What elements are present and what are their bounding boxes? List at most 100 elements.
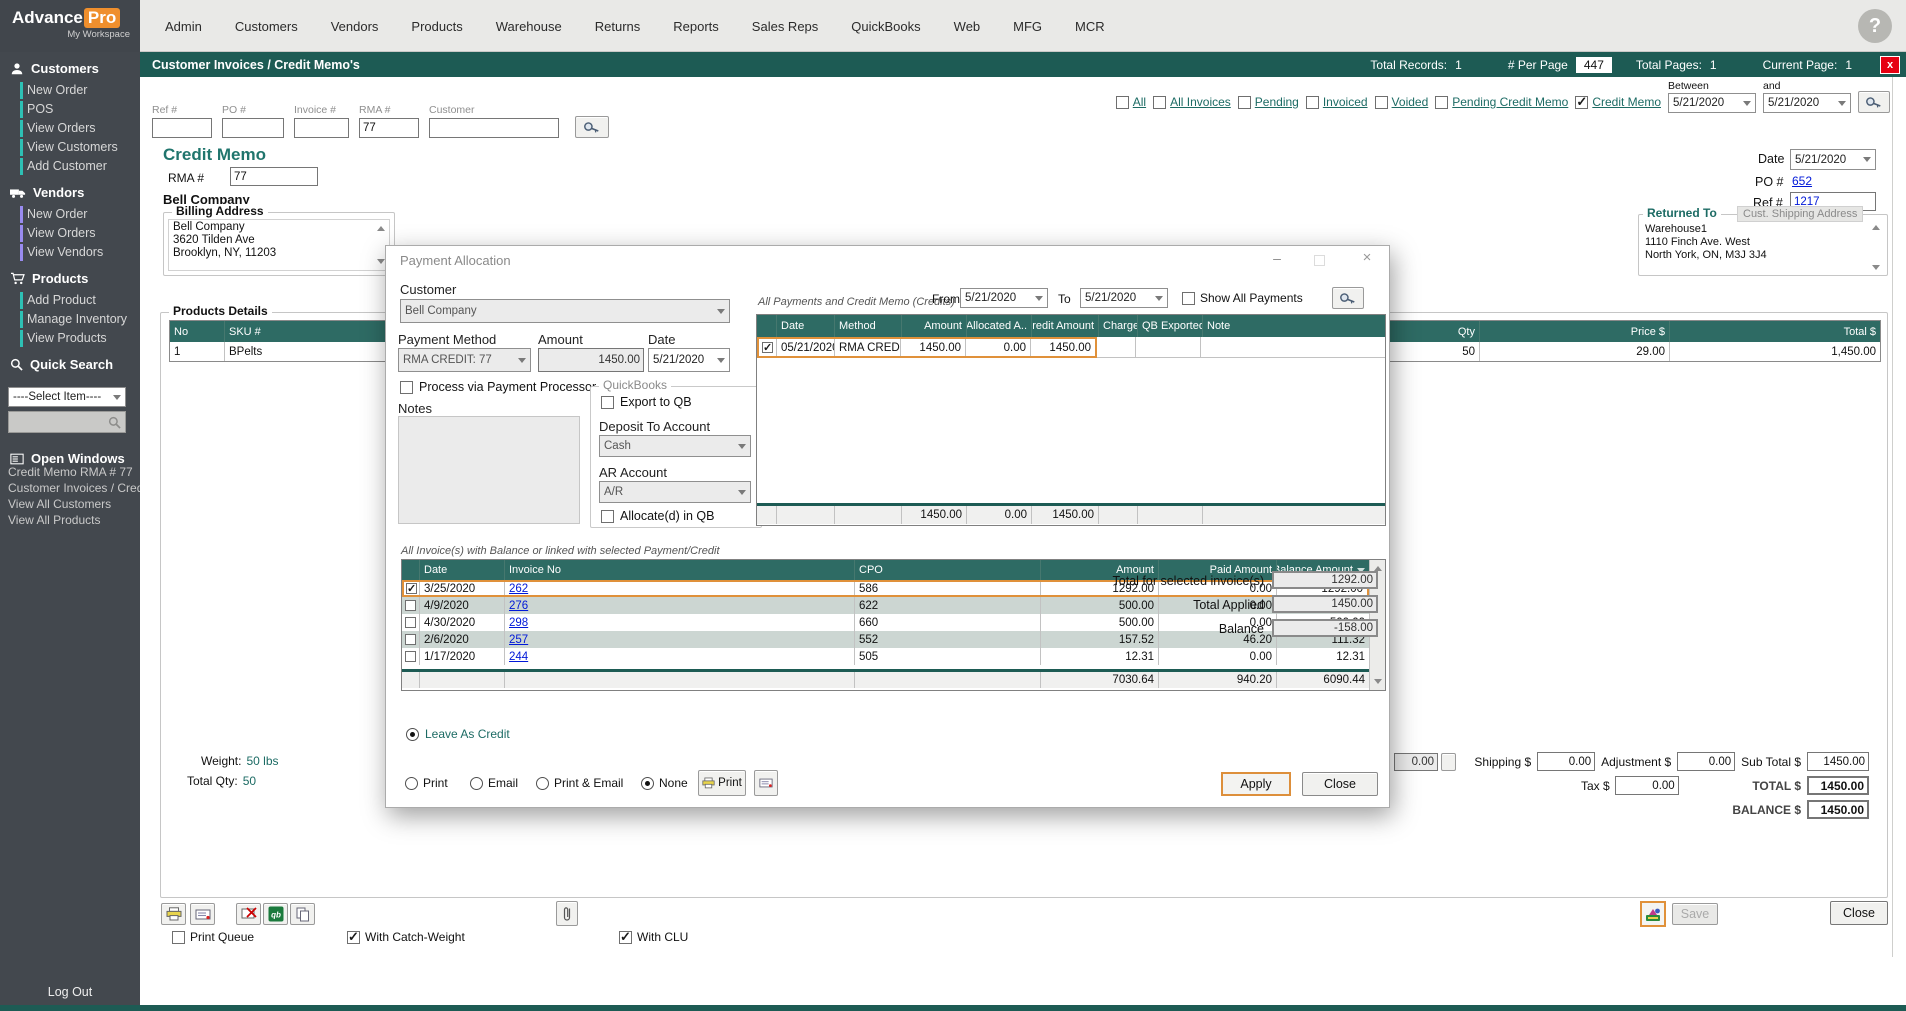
- export-qb-option[interactable]: Export to QB: [601, 395, 692, 409]
- filter-all[interactable]: All: [1116, 95, 1146, 109]
- misc-browse-button[interactable]: [1441, 753, 1456, 771]
- nav-customers[interactable]: Customers: [235, 19, 298, 34]
- minimize-icon[interactable]: –: [1264, 250, 1290, 270]
- nav-admin[interactable]: Admin: [165, 19, 202, 34]
- email-settings-button[interactable]: [754, 770, 778, 796]
- payments-col-method[interactable]: Method: [835, 315, 902, 337]
- nav-products[interactable]: Products: [411, 19, 462, 34]
- payments-col-date[interactable]: Date: [777, 315, 835, 337]
- payments-col-credit[interactable]: Credit Amount: [1032, 315, 1099, 337]
- filter-pending-credit-memo[interactable]: Pending Credit Memo: [1435, 95, 1568, 109]
- sidebar-item-view-customers[interactable]: View Customers: [0, 138, 140, 157]
- nav-web[interactable]: Web: [954, 19, 981, 34]
- filter-all-invoices-checkbox[interactable]: [1153, 96, 1166, 109]
- print-email-option[interactable]: Print & Email: [536, 776, 623, 790]
- date-from-select[interactable]: 5/21/2020: [1668, 93, 1756, 113]
- export-qb-checkbox[interactable]: [601, 396, 614, 409]
- memo-date-select[interactable]: 5/21/2020: [1790, 149, 1876, 170]
- payment-allocation-button[interactable]: [1640, 901, 1666, 927]
- filter-credit-memo[interactable]: Credit Memo: [1575, 95, 1661, 109]
- payments-col-charged[interactable]: Charged: [1099, 315, 1138, 337]
- help-icon[interactable]: ?: [1858, 9, 1892, 43]
- nav-warehouse[interactable]: Warehouse: [496, 19, 562, 34]
- leave-as-credit-radio[interactable]: [406, 728, 419, 741]
- filter-voided-checkbox[interactable]: [1375, 96, 1388, 109]
- email-button[interactable]: [190, 903, 215, 925]
- nav-reports[interactable]: Reports: [673, 19, 719, 34]
- invoice-row-checkbox[interactable]: [405, 600, 416, 611]
- catch-weight-checkbox[interactable]: [347, 931, 360, 944]
- show-all-payments-checkbox[interactable]: [1182, 292, 1195, 305]
- deposit-account-select[interactable]: Cash: [599, 435, 751, 457]
- logout-button[interactable]: Log Out: [0, 985, 140, 999]
- filter-pending-checkbox[interactable]: [1238, 96, 1251, 109]
- sidebar-item-manage-inventory[interactable]: Manage Inventory: [0, 310, 140, 329]
- scroll-down-icon[interactable]: [377, 259, 385, 264]
- sidebar-item-add-product[interactable]: Add Product: [0, 291, 140, 310]
- quick-search-input[interactable]: [8, 411, 126, 433]
- apply-button[interactable]: Apply: [1221, 772, 1291, 796]
- sidebar-item-view-orders[interactable]: View Orders: [0, 119, 140, 138]
- notes-textarea[interactable]: [398, 416, 580, 524]
- scroll-up-icon[interactable]: [377, 226, 385, 231]
- invoice-link[interactable]: 244: [509, 651, 528, 663]
- none-radio[interactable]: [641, 777, 654, 790]
- sidebar-item-pos[interactable]: POS: [0, 100, 140, 119]
- ar-account-select[interactable]: A/R: [599, 481, 751, 503]
- payments-from-select[interactable]: 5/21/2020: [960, 288, 1048, 308]
- attachment-button[interactable]: [556, 901, 578, 926]
- quick-search-select[interactable]: ----Select Item----: [8, 387, 126, 407]
- payments-search-button[interactable]: [1332, 287, 1364, 309]
- filter-search-button[interactable]: [1858, 91, 1890, 113]
- filter-voided[interactable]: Voided: [1375, 95, 1429, 109]
- payments-col-allocated[interactable]: Allocated A..: [967, 315, 1032, 337]
- payments-col-qb-exported[interactable]: QB Exported: [1138, 315, 1203, 337]
- nav-sales-reps[interactable]: Sales Reps: [752, 19, 818, 34]
- sidebar-item-vendor-new-order[interactable]: New Order: [0, 205, 140, 224]
- scroll-up-icon[interactable]: [1872, 225, 1880, 230]
- invoice-row-checkbox[interactable]: [405, 651, 416, 662]
- leave-as-credit-option[interactable]: Leave As Credit: [406, 727, 510, 741]
- invoice-row-checkbox[interactable]: [405, 634, 416, 645]
- close-page-button[interactable]: x: [1880, 56, 1900, 74]
- shipping-input[interactable]: 0.00: [1537, 752, 1595, 771]
- po-search-input[interactable]: [222, 118, 284, 138]
- date-to-select[interactable]: 5/21/2020: [1763, 93, 1851, 113]
- email-radio[interactable]: [470, 777, 483, 790]
- nav-returns[interactable]: Returns: [595, 19, 641, 34]
- memo-rma-input[interactable]: 77: [230, 167, 318, 186]
- open-window-credit-memo[interactable]: Credit Memo RMA # 77: [0, 464, 140, 480]
- sidebar-item-add-customer[interactable]: Add Customer: [0, 157, 140, 176]
- amount-paid-field[interactable]: 0.00: [1394, 753, 1438, 771]
- sidebar-item-new-order[interactable]: New Order: [0, 81, 140, 100]
- sidebar-item-view-vendors[interactable]: View Vendors: [0, 243, 140, 262]
- payments-to-select[interactable]: 5/21/2020: [1080, 288, 1168, 308]
- invoice-row[interactable]: 1/17/2020 244 505 12.31 0.00 12.31: [402, 648, 1369, 665]
- returned-to-tab[interactable]: Returned To: [1643, 206, 1721, 220]
- open-window-view-all-customers[interactable]: View All Customers: [0, 496, 140, 512]
- save-button[interactable]: Save: [1672, 903, 1718, 925]
- sidebar-item-vendor-view-orders[interactable]: View Orders: [0, 224, 140, 243]
- print-email-radio[interactable]: [536, 777, 549, 790]
- record-search-button[interactable]: [575, 116, 609, 138]
- invoice-link[interactable]: 276: [509, 600, 528, 612]
- invoice-link[interactable]: 298: [509, 617, 528, 629]
- payments-col-note[interactable]: Note: [1203, 315, 1385, 337]
- payment-row-checkbox[interactable]: [762, 342, 773, 353]
- payment-method-select[interactable]: RMA CREDIT: 77: [398, 348, 531, 372]
- sidebar-item-view-products[interactable]: View Products: [0, 329, 140, 348]
- cust-shipping-address-tab[interactable]: Cust. Shipping Address: [1737, 206, 1863, 222]
- show-all-payments-option[interactable]: Show All Payments: [1182, 291, 1303, 305]
- allocated-qb-checkbox[interactable]: [601, 510, 614, 523]
- print-radio[interactable]: [405, 777, 418, 790]
- ref-search-input[interactable]: [152, 118, 212, 138]
- invoice-link[interactable]: 257: [509, 634, 528, 646]
- invoice-row-checkbox[interactable]: [405, 617, 416, 628]
- invoice-link[interactable]: 262: [509, 583, 528, 595]
- nav-vendors[interactable]: Vendors: [331, 19, 379, 34]
- print-queue-checkbox[interactable]: [172, 931, 185, 944]
- filter-all-invoices[interactable]: All Invoices: [1153, 95, 1231, 109]
- open-window-view-all-products[interactable]: View All Products: [0, 512, 140, 528]
- open-window-customer-invoices[interactable]: Customer Invoices / Credit Memo's: [0, 480, 140, 496]
- print-option[interactable]: Print: [405, 776, 448, 790]
